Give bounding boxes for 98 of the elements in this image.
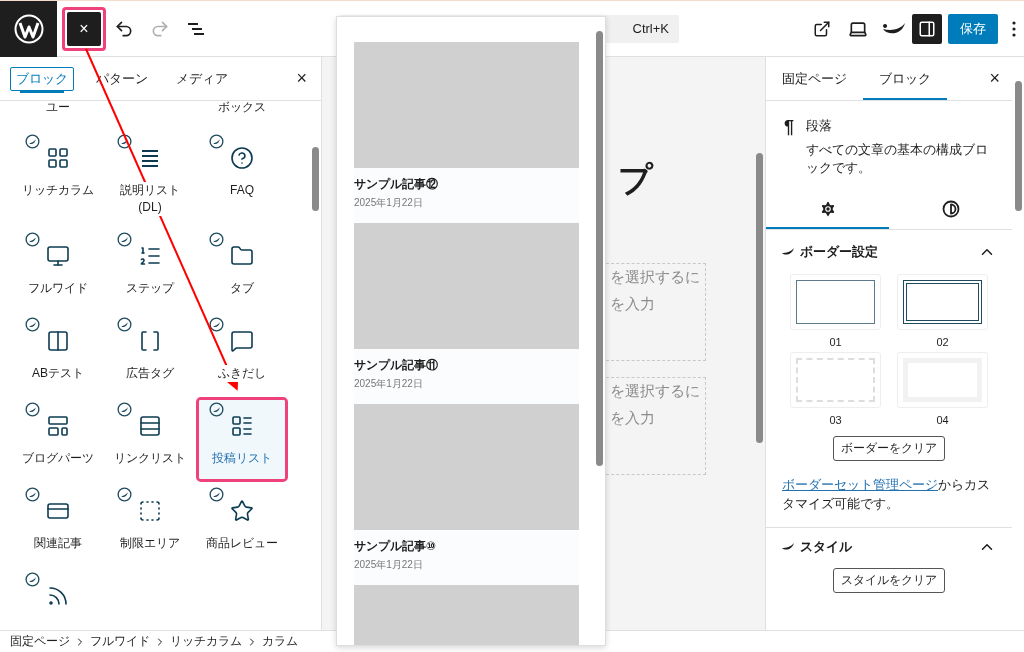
section-header[interactable]: ボーダー設定	[766, 230, 1012, 274]
close-button[interactable]: ×	[67, 11, 101, 46]
logo-icon	[13, 13, 44, 44]
block-item[interactable]: フルワイド	[15, 230, 101, 309]
clear-style-button[interactable]: スタイルをクリア	[833, 568, 945, 593]
folder-icon	[230, 244, 254, 268]
post-date: 2025年1月22日	[354, 558, 424, 572]
block-label: ボックス	[217, 101, 267, 116]
external-link-icon	[813, 19, 831, 38]
badge-icon	[209, 317, 224, 332]
badge-icon	[25, 134, 40, 149]
badge-icon	[209, 487, 224, 502]
block-item[interactable]: 関連記事	[15, 485, 101, 564]
block-item[interactable]: ステップ	[107, 230, 193, 309]
page-heading: プ	[618, 158, 655, 201]
badge-icon	[25, 487, 40, 502]
swell-icon	[782, 542, 794, 552]
tab[interactable]: ブロック	[863, 57, 947, 100]
block-item[interactable]: ABテスト	[15, 315, 101, 394]
post-title: サンプル記事⑪	[354, 357, 439, 374]
save-button[interactable]: 保存	[948, 13, 998, 44]
badge-icon	[117, 232, 132, 247]
option-label: 02	[936, 336, 949, 348]
badge-icon	[117, 487, 132, 502]
badge-icon	[117, 134, 132, 149]
tab[interactable]: ブロック	[10, 66, 74, 91]
help-text: ボーダーセット管理ページからカスタマイズ可能です。	[782, 476, 991, 513]
badge-icon	[25, 402, 40, 417]
option-label: 01	[829, 336, 842, 348]
badge-icon	[209, 232, 224, 247]
layout-icon	[46, 414, 70, 438]
breadcrumb[interactable]: カラム	[262, 633, 298, 650]
clear-border-button[interactable]: ボーダーをクリア	[833, 436, 945, 461]
sidebar-toggle-button[interactable]	[912, 13, 942, 44]
block-title: 段落	[806, 117, 833, 135]
badge-icon	[25, 572, 40, 587]
border-option[interactable]	[790, 274, 881, 330]
paragraph-symbol: ¶	[784, 117, 794, 139]
settings-link[interactable]: ボーダーセット管理ページ	[782, 477, 938, 492]
post-list-icon	[230, 414, 254, 438]
contrast-icon	[941, 200, 960, 218]
speech-bubble-icon	[230, 329, 254, 353]
sidebar-icon	[918, 19, 936, 38]
tab[interactable]: メディア	[170, 66, 234, 91]
option-label: 03	[829, 414, 842, 426]
section-header[interactable]: スタイル	[766, 528, 1012, 566]
post-date: 2025年1月22日	[354, 377, 424, 391]
breadcrumb[interactable]: フルワイド	[90, 633, 150, 650]
block-item[interactable]: 投稿リスト	[199, 400, 285, 479]
block-label: ユー	[45, 101, 71, 116]
logo[interactable]	[0, 1, 57, 57]
block-item[interactable]: ブログパーツ	[15, 400, 101, 479]
badge-icon	[25, 317, 40, 332]
placeholder-text: を入力	[610, 295, 656, 314]
list-view-icon	[186, 20, 206, 37]
star-icon	[230, 499, 254, 523]
swell-icon	[782, 247, 794, 257]
post-date: 2025年1月22日	[354, 196, 424, 210]
block-item[interactable]: 広告タグ	[107, 315, 193, 394]
block-item[interactable]: タブ	[199, 230, 285, 309]
block-item[interactable]: 説明リスト (DL)	[107, 132, 193, 224]
badge-icon	[25, 232, 40, 247]
redo-icon	[150, 18, 170, 39]
placeholder-text: を選択するに	[610, 382, 701, 401]
ordered-list-icon	[138, 244, 162, 268]
close-button[interactable]: ×	[292, 68, 311, 89]
badge-icon	[117, 317, 132, 332]
badge-icon	[209, 134, 224, 149]
grid-icon	[46, 146, 70, 170]
rows-icon	[138, 414, 162, 438]
undo-icon	[114, 18, 134, 39]
badge-icon	[117, 402, 132, 417]
block-item[interactable]: リンクリスト	[107, 400, 193, 479]
post-title: サンプル記事⑩	[354, 538, 438, 555]
placeholder-text: を入力	[610, 409, 656, 428]
block-item[interactable]: リッチカラム	[15, 132, 101, 224]
rss-icon	[46, 584, 70, 608]
split-square-icon	[46, 329, 70, 353]
breadcrumb[interactable]: リッチカラム	[170, 633, 242, 650]
breadcrumb[interactable]: 固定ページ	[10, 633, 70, 650]
post-title: サンプル記事⑫	[354, 176, 439, 193]
badge-icon	[209, 402, 224, 417]
dashed-square-icon	[138, 499, 162, 523]
block-item[interactable]: 商品レビュー	[199, 485, 285, 564]
block-description: すべての文章の基本の構成ブロックです。	[806, 141, 989, 177]
block-item[interactable]: 制限エリア	[107, 485, 193, 564]
help-circle-icon	[230, 146, 254, 170]
close-button[interactable]: ×	[985, 57, 1004, 100]
option-label: 04	[936, 414, 949, 426]
tab[interactable]: 固定ページ	[766, 57, 863, 100]
block-item[interactable]: ふきだし	[199, 315, 285, 394]
settings-icon	[818, 200, 837, 218]
placeholder-text: を選択するに	[610, 268, 701, 287]
block-item[interactable]: FAQ	[199, 132, 285, 224]
more-icon	[1012, 20, 1016, 37]
brackets-icon	[138, 329, 162, 353]
border-option[interactable]	[897, 274, 988, 330]
monitor-icon	[46, 244, 70, 268]
